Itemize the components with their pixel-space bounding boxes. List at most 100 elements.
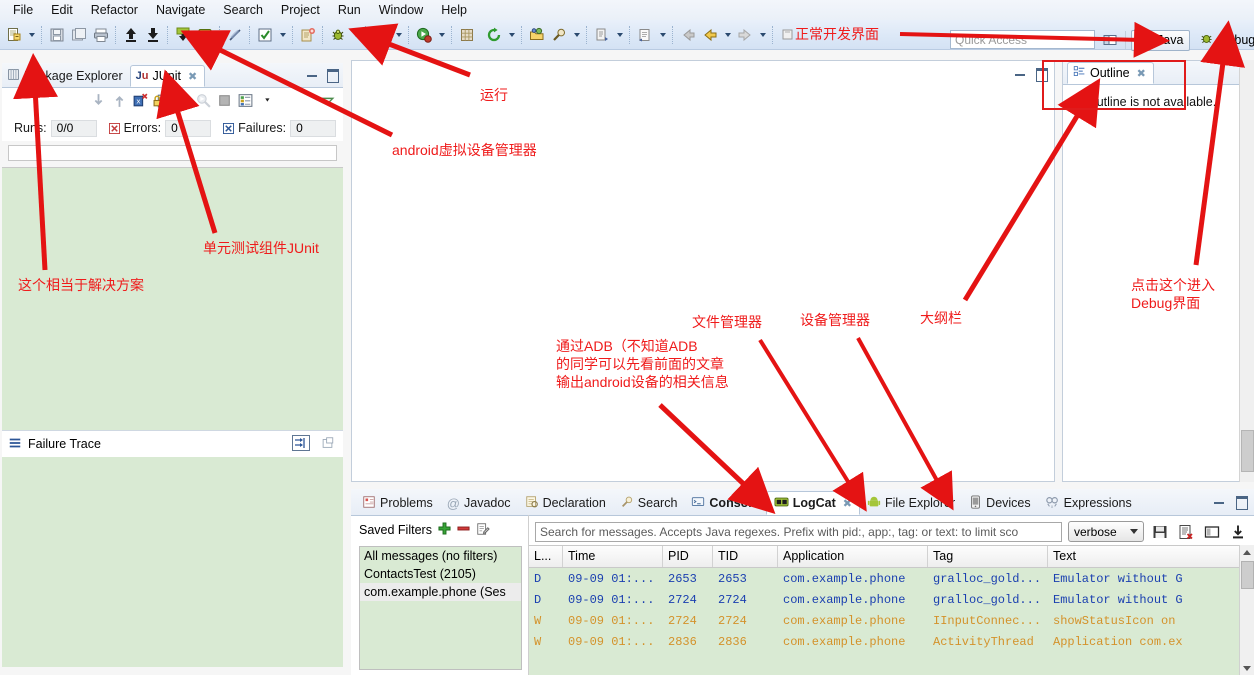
display-saved-logs-icon[interactable] <box>1202 522 1222 542</box>
close-icon[interactable]: ✖ <box>1137 67 1146 80</box>
editor-minimize-icon[interactable] <box>1013 66 1027 80</box>
editor-maximize-icon[interactable] <box>1034 66 1048 82</box>
open-perspective-icon[interactable] <box>1100 30 1120 50</box>
next-annotation-icon[interactable] <box>591 24 613 46</box>
column-header-level[interactable]: L... <box>529 546 563 567</box>
column-header-pid[interactable]: PID <box>663 546 713 567</box>
table-row[interactable]: W 09-09 01:... 2836 2836 com.example.pho… <box>529 631 1254 652</box>
menu-item-edit[interactable]: Edit <box>42 1 82 19</box>
menu-item-refactor[interactable]: Refactor <box>82 1 147 19</box>
scroll-down-icon[interactable] <box>1240 661 1254 675</box>
menu-item-window[interactable]: Window <box>370 1 432 19</box>
save-log-icon[interactable] <box>1150 522 1170 542</box>
clear-log-icon[interactable] <box>1176 522 1196 542</box>
menu-item-search[interactable]: Search <box>214 1 272 19</box>
logcat-search-input[interactable]: Search for messages. Accepts Java regexe… <box>535 521 1062 542</box>
export-icon[interactable] <box>120 24 142 46</box>
tab-devices[interactable]: Devices <box>962 491 1037 515</box>
debug-dropdown-icon[interactable] <box>349 24 362 46</box>
debug-icon[interactable] <box>327 24 349 46</box>
previous-edit-dropdown-icon[interactable] <box>656 24 669 46</box>
previous-failure-icon[interactable] <box>111 92 129 110</box>
tab-problems[interactable]: Problems <box>355 491 440 515</box>
log-level-select[interactable]: verbose <box>1068 521 1144 542</box>
refresh-icon[interactable] <box>483 24 505 46</box>
menu-item-project[interactable]: Project <box>272 1 329 19</box>
tab-package-explorer[interactable]: Package Explorer <box>2 65 130 87</box>
avd-manager-icon[interactable] <box>194 24 216 46</box>
refresh-dropdown-icon[interactable] <box>505 24 518 46</box>
logcat-vertical-scrollbar[interactable] <box>1239 545 1254 675</box>
run-icon[interactable] <box>370 24 392 46</box>
rerun-failed-tests-icon[interactable] <box>195 92 213 110</box>
save-icon[interactable] <box>46 24 68 46</box>
lock-scroll-icon[interactable] <box>153 92 171 110</box>
run-dropdown-icon[interactable] <box>392 24 405 46</box>
perspective-debug[interactable]: Debug <box>1192 30 1254 51</box>
save-all-icon[interactable] <box>68 24 90 46</box>
back-icon[interactable] <box>677 24 699 46</box>
minimize-icon[interactable] <box>305 67 319 81</box>
forward-dropdown-icon[interactable] <box>756 24 769 46</box>
scrollbar-thumb[interactable] <box>1241 561 1254 589</box>
perspective-java[interactable]: Java <box>1131 29 1191 51</box>
pin-editor-icon[interactable] <box>777 24 799 46</box>
back-history-icon[interactable] <box>699 24 721 46</box>
junit-test-tree[interactable] <box>2 167 343 430</box>
view-menu-chevron-icon[interactable] <box>319 92 337 110</box>
menu-item-help[interactable]: Help <box>432 1 476 19</box>
toggle-mark-occurrences-icon[interactable] <box>224 24 246 46</box>
close-icon[interactable]: ✖ <box>843 497 852 510</box>
tab-console[interactable]: Console <box>684 491 765 515</box>
saved-filters-list[interactable]: All messages (no filters) ContactsTest (… <box>359 546 522 670</box>
test-run-history-icon[interactable] <box>237 92 255 110</box>
checkbox-dropdown-icon[interactable] <box>276 24 289 46</box>
new-wizard-icon[interactable] <box>3 24 25 46</box>
new-android-project-icon[interactable] <box>297 24 319 46</box>
new-package-icon[interactable] <box>456 24 478 46</box>
junit-view-menu-icon[interactable] <box>261 92 279 110</box>
search-dropdown-icon[interactable] <box>570 24 583 46</box>
tab-outline[interactable]: Outline ✖ <box>1067 62 1154 84</box>
table-row[interactable]: D 09-09 01:... 2653 2653 com.example.pho… <box>529 568 1254 589</box>
tab-expressions[interactable]: x Expressions <box>1038 491 1139 515</box>
table-row[interactable]: D 09-09 01:... 2724 2724 com.example.pho… <box>529 589 1254 610</box>
tab-search[interactable]: Search <box>613 491 685 515</box>
filter-item-all-messages[interactable]: All messages (no filters) <box>360 547 521 565</box>
tab-javadoc[interactable]: @ Javadoc <box>440 491 518 515</box>
table-row[interactable]: W 09-09 01:... 2724 2724 com.example.pho… <box>529 610 1254 631</box>
coverage-icon[interactable] <box>413 24 435 46</box>
menu-item-file[interactable]: File <box>4 1 42 19</box>
column-header-time[interactable]: Time <box>563 546 663 567</box>
column-header-tid[interactable]: TID <box>713 546 778 567</box>
android-sdk-manager-icon[interactable] <box>172 24 194 46</box>
scroll-up-icon[interactable] <box>1240 545 1254 559</box>
new-wizard-dropdown-icon[interactable] <box>25 24 38 46</box>
editor-vertical-scrollbar[interactable] <box>1239 60 1254 482</box>
forward-icon[interactable] <box>734 24 756 46</box>
tab-logcat[interactable]: LogCat ✖ <box>765 491 860 515</box>
tab-declaration[interactable]: Declaration <box>518 491 613 515</box>
print-icon[interactable] <box>90 24 112 46</box>
column-header-tag[interactable]: Tag <box>928 546 1048 567</box>
next-annotation-dropdown-icon[interactable] <box>613 24 626 46</box>
edit-filter-icon[interactable] <box>476 522 490 539</box>
failure-view-menu-icon[interactable] <box>320 436 335 453</box>
close-icon[interactable]: ✖ <box>188 70 197 83</box>
menu-item-navigate[interactable]: Navigate <box>147 1 214 19</box>
previous-edit-icon[interactable] <box>634 24 656 46</box>
back-dropdown-icon[interactable] <box>721 24 734 46</box>
menu-item-run[interactable]: Run <box>329 1 370 19</box>
import-icon[interactable] <box>142 24 164 46</box>
editor-area[interactable] <box>351 60 1055 482</box>
column-header-text[interactable]: Text <box>1048 546 1254 567</box>
checkbox-icon[interactable] <box>254 24 276 46</box>
bottom-maximize-icon[interactable] <box>1234 494 1248 510</box>
search-icon[interactable] <box>548 24 570 46</box>
remove-filter-icon[interactable] <box>457 522 470 538</box>
filter-stack-trace-icon[interactable] <box>292 434 310 454</box>
filter-item-com-example-phone[interactable]: com.example.phone (Ses <box>360 583 521 601</box>
column-header-application[interactable]: Application <box>778 546 928 567</box>
tab-file-explorer[interactable]: File Explorer <box>860 491 962 515</box>
add-filter-icon[interactable] <box>438 522 451 538</box>
